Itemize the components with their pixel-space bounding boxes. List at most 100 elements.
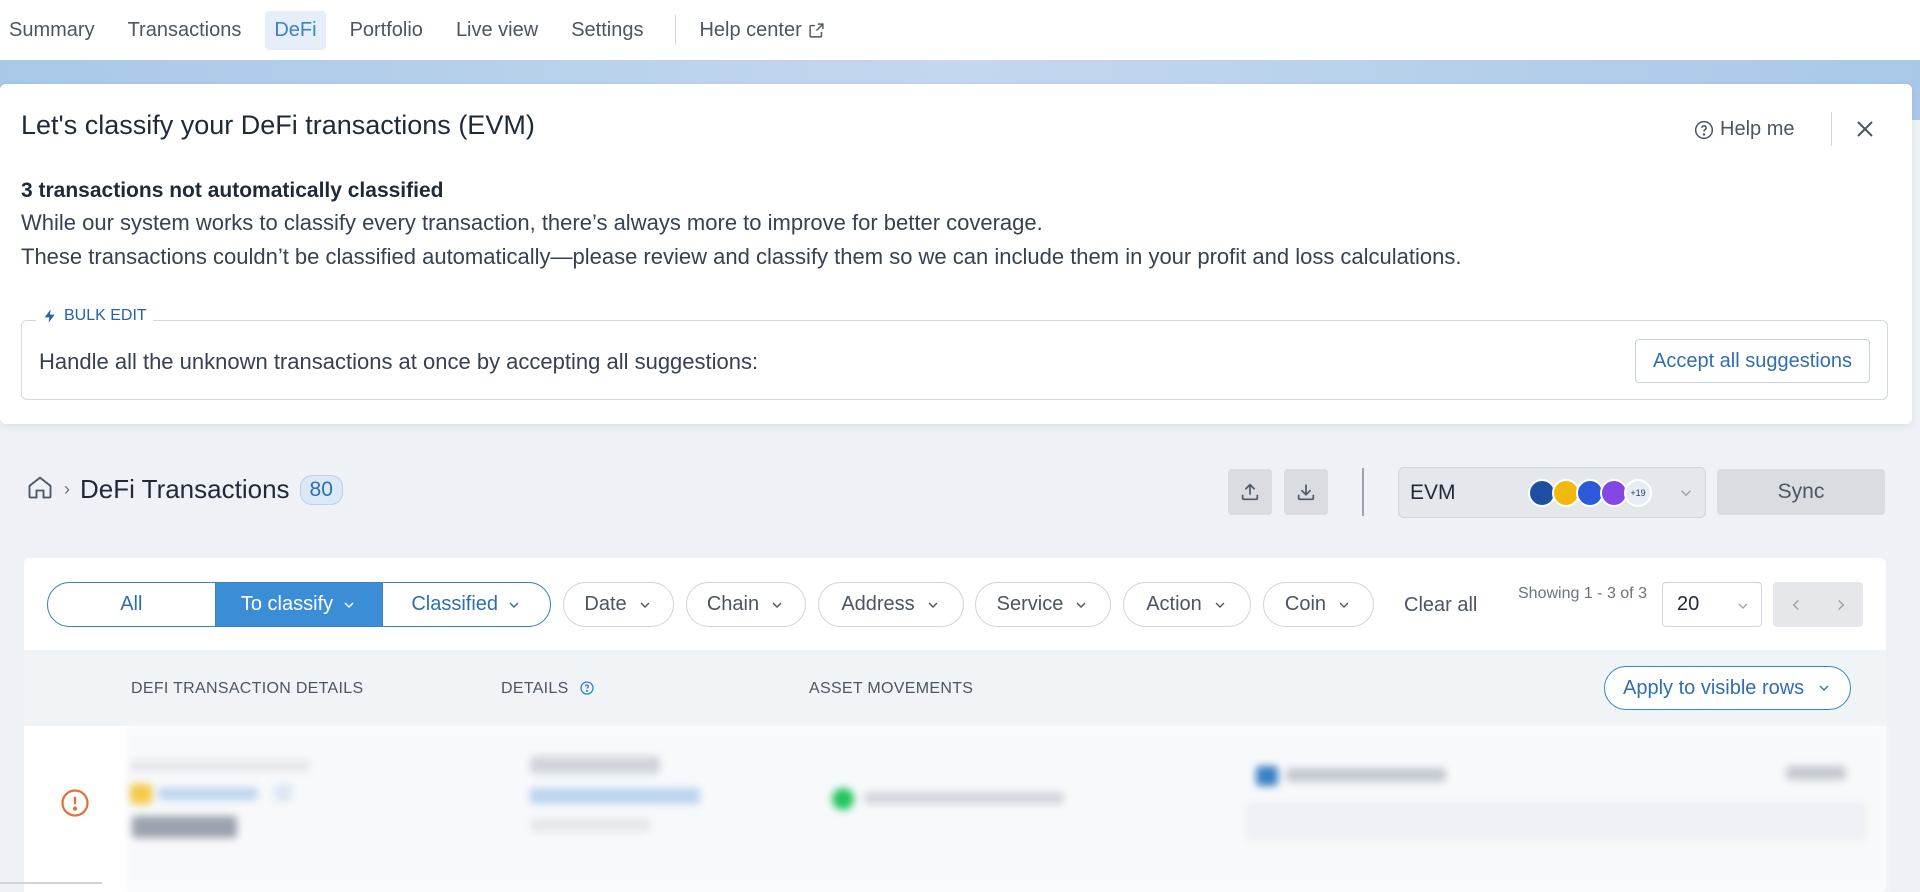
header-details: DETAILS (501, 680, 595, 698)
filter-address[interactable]: Address (818, 582, 964, 627)
transactions-table-card: All To classify Classified Date Chain Ad… (24, 558, 1886, 892)
apply-to-visible-rows-label: Apply to visible rows (1623, 676, 1805, 699)
toolbar-divider (1362, 468, 1364, 516)
help-me-button[interactable]: Help me (1694, 118, 1794, 141)
home-icon[interactable] (26, 473, 54, 506)
nav-help-center-label: Help center (699, 18, 802, 41)
filter-action[interactable]: Action (1123, 582, 1251, 627)
chevron-down-icon (344, 601, 354, 608)
header-defi-transaction-details: DEFI TRANSACTION DETAILS (131, 680, 364, 697)
page-size-select[interactable]: 20 (1662, 582, 1762, 627)
next-page-button[interactable] (1818, 582, 1863, 627)
classify-title: Let's classify your DeFi transactions (E… (21, 110, 535, 140)
filter-date[interactable]: Date (563, 582, 674, 627)
filter-action-label: Action (1146, 593, 1202, 615)
chevron-down-icon (1076, 602, 1086, 608)
row-divider (0, 882, 102, 884)
download-button[interactable] (1284, 469, 1328, 515)
chevron-down-icon (772, 602, 782, 608)
blurred-service-icon (130, 784, 152, 804)
segment-to-classify-label: To classify (240, 593, 334, 615)
filter-chain[interactable]: Chain (686, 582, 806, 627)
blurred-link-icon (274, 784, 292, 802)
export-button[interactable] (1228, 469, 1272, 515)
question-circle-icon[interactable] (579, 680, 595, 696)
bulk-edit-tag: BULK EDIT (36, 307, 153, 325)
apply-to-visible-rows-button[interactable]: Apply to visible rows (1604, 666, 1852, 710)
blurred-detail-3 (530, 818, 650, 832)
more-chains-badge: +19 (1624, 479, 1652, 507)
transactions-count-badge: 80 (299, 474, 343, 505)
unclassified-count-text: 3 transactions not automatically classif… (21, 179, 444, 202)
close-icon[interactable] (1853, 117, 1877, 141)
filter-chain-label: Chain (706, 593, 760, 615)
chevron-down-icon (928, 602, 938, 608)
bulk-edit-label: BULK EDIT (64, 307, 147, 324)
nav-defi[interactable]: DeFi (265, 10, 326, 50)
blurred-detail-1 (530, 756, 660, 774)
segment-to-classify[interactable]: To classify (215, 583, 384, 626)
table-header: DEFI TRANSACTION DETAILS DETAILS ASSET M… (24, 650, 1886, 726)
filter-bar: All To classify Classified Date Chain Ad… (24, 558, 1886, 650)
external-link-icon (809, 22, 824, 38)
segment-classified[interactable]: Classified (383, 583, 550, 626)
breadcrumb: › DeFi Transactions 80 (26, 473, 343, 506)
filter-date-label: Date (584, 593, 627, 615)
row-blurred-content (126, 726, 1886, 892)
filter-coin-label: Coin (1284, 593, 1327, 615)
chevron-down-icon (1819, 685, 1829, 691)
blurred-suggestion (1286, 768, 1446, 782)
chevron-down-icon (509, 601, 519, 608)
blurred-suggestion-icon (1256, 766, 1278, 786)
sync-button[interactable]: Sync (1717, 469, 1885, 515)
filter-address-label: Address (841, 593, 915, 615)
filter-coin[interactable]: Coin (1263, 582, 1374, 627)
chevron-left-icon (1792, 599, 1799, 610)
classification-segmented-control: All To classify Classified (47, 582, 551, 627)
lightning-icon (44, 309, 55, 323)
help-me-label: Help me (1720, 118, 1795, 140)
classify-card: Let's classify your DeFi transactions (E… (0, 84, 1912, 424)
blurred-date (130, 760, 310, 772)
blurred-detail-2 (530, 788, 700, 804)
table-row[interactable] (24, 726, 1886, 892)
chevron-down-icon (640, 602, 650, 608)
nav-summary[interactable]: Summary (0, 11, 104, 50)
blurred-type-select (1246, 802, 1866, 840)
filter-service[interactable]: Service (975, 582, 1111, 627)
page-title: DeFi Transactions (80, 474, 290, 504)
row-status-column (24, 726, 126, 892)
upload-icon (1241, 483, 1259, 501)
header-details-label: DETAILS (501, 680, 569, 697)
accept-all-suggestions-button[interactable]: Accept all suggestions (1634, 339, 1870, 383)
nav-help-center[interactable]: Help center (690, 11, 833, 50)
segment-all-label: All (120, 593, 143, 615)
chevron-down-icon (1738, 603, 1748, 609)
filter-service-label: Service (996, 593, 1064, 615)
blurred-asset (864, 792, 1064, 804)
blurred-service (158, 788, 258, 800)
nav-transactions[interactable]: Transactions (119, 11, 251, 50)
top-nav: Summary Transactions DeFi Portfolio Live… (0, 0, 1920, 60)
download-icon (1297, 484, 1315, 501)
warning-icon (61, 789, 89, 817)
nav-portfolio[interactable]: Portfolio (341, 11, 432, 50)
nav-divider (675, 15, 677, 45)
pagination-summary: Showing 1 - 3 of 3 (1518, 585, 1647, 602)
chain-select[interactable]: EVM +19 (1398, 467, 1706, 518)
nav-settings[interactable]: Settings (562, 11, 652, 50)
chevron-down-icon (1215, 602, 1225, 608)
segment-all[interactable]: All (48, 583, 216, 626)
header-asset-movements: ASSET MOVEMENTS (809, 680, 974, 697)
chain-select-label: EVM (1410, 480, 1456, 504)
card-divider (1831, 112, 1832, 146)
breadcrumb-separator: › (64, 479, 70, 499)
clear-all-button[interactable]: Clear all (1404, 594, 1477, 617)
blurred-tag (132, 816, 237, 838)
pagination-controls (1773, 582, 1863, 627)
nav-live-view[interactable]: Live view (447, 11, 547, 50)
bulk-edit-text: Handle all the unknown transactions at o… (39, 349, 759, 374)
chevron-down-icon (1680, 490, 1692, 497)
blurred-accept (1786, 766, 1846, 780)
prev-page-button[interactable] (1773, 582, 1818, 627)
